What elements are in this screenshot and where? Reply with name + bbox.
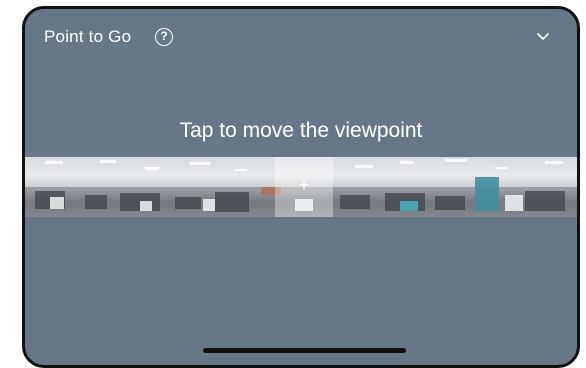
panorama-strip[interactable]: +	[25, 157, 577, 217]
viewpoint-marker[interactable]: +	[275, 157, 333, 217]
app-window: Point to Go ? Tap to move the viewpoint	[22, 6, 580, 368]
header: Point to Go ?	[25, 9, 577, 67]
page-title: Point to Go	[44, 27, 132, 46]
home-indicator	[203, 348, 406, 353]
help-icon[interactable]: ?	[155, 28, 173, 46]
tap-hint: Tap to move the viewpoint	[179, 119, 423, 142]
plus-icon: +	[298, 175, 310, 195]
chevron-down-icon[interactable]	[537, 33, 549, 41]
